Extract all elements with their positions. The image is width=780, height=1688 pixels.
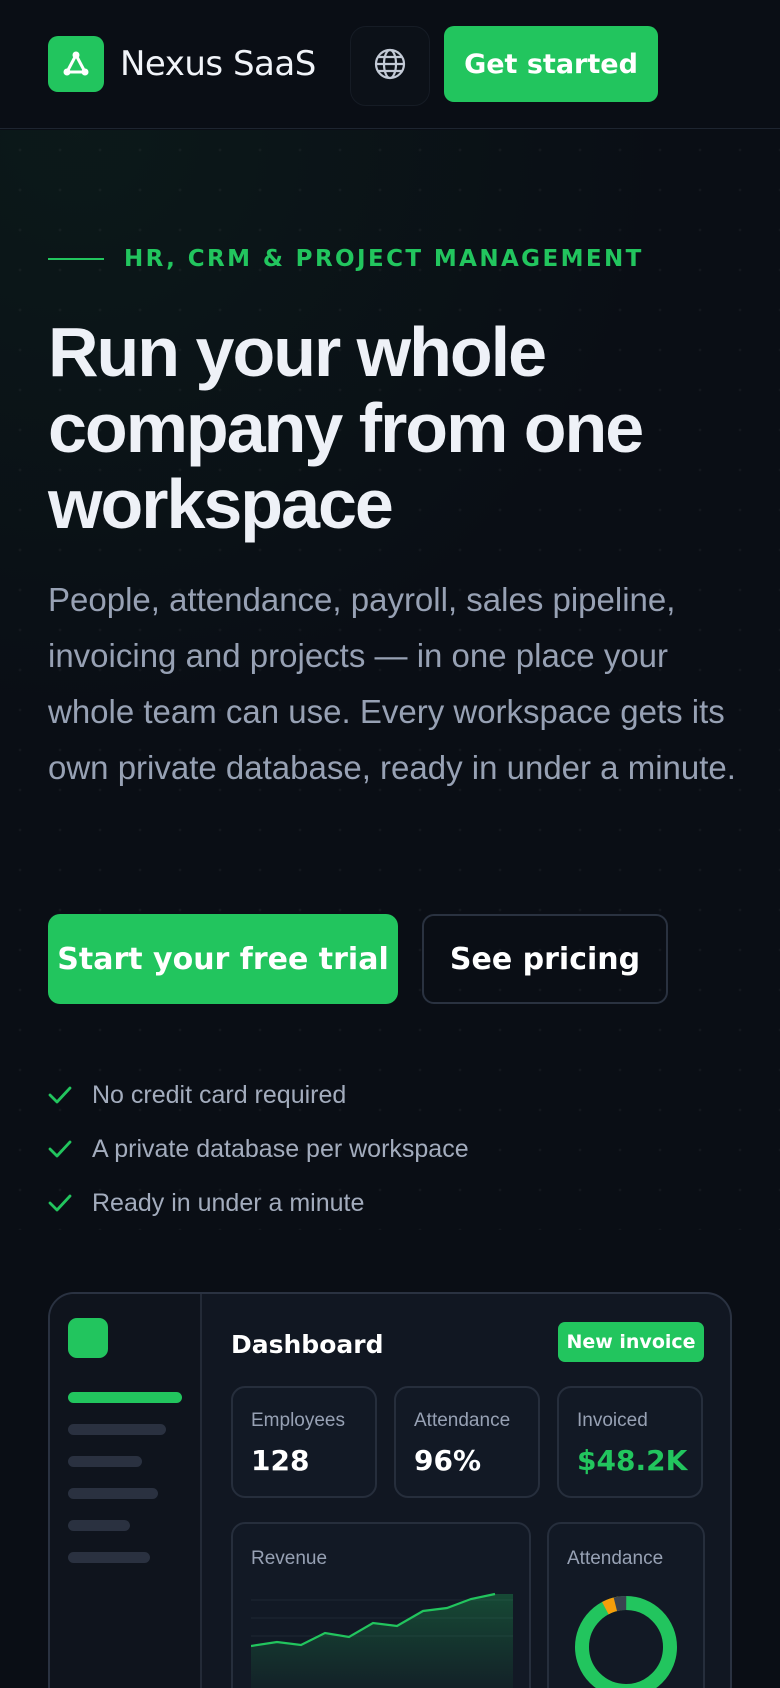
benefit-text: Ready in under a minute	[92, 1188, 365, 1217]
stat-value: 96%	[414, 1444, 482, 1477]
stat-value: $48.2K	[577, 1444, 688, 1477]
attendance-donut	[575, 1596, 677, 1688]
preview-nav-item	[68, 1520, 130, 1531]
preview-title: Dashboard	[231, 1330, 384, 1359]
check-icon	[48, 1085, 92, 1105]
preview-logo	[68, 1318, 108, 1358]
preview-nav-item	[68, 1552, 150, 1563]
stat-value: 128	[251, 1444, 310, 1477]
dashboard-preview: Dashboard New invoice Employees 128 Atte…	[48, 1292, 732, 1688]
headline-line: workspace	[48, 465, 394, 543]
benefit-text: No credit card required	[92, 1080, 347, 1109]
headline-line: company from one	[48, 389, 644, 467]
logo-icon[interactable]	[48, 36, 104, 92]
language-button[interactable]	[350, 26, 430, 106]
benefit-list: No credit card required A private databa…	[48, 1068, 469, 1230]
get-started-button[interactable]: Get started	[444, 26, 658, 102]
stat-label: Invoiced	[577, 1410, 648, 1431]
new-invoice-button: New invoice	[558, 1322, 704, 1362]
site-header: Nexus SaaS Get started	[0, 0, 780, 129]
stat-card: Employees 128	[231, 1386, 377, 1498]
stat-label: Employees	[251, 1410, 345, 1431]
see-pricing-button[interactable]: See pricing	[422, 914, 668, 1004]
revenue-sparkline	[251, 1592, 513, 1688]
headline-line: Run your whole	[48, 313, 547, 391]
hero-headline: Run your whole company from one workspac…	[48, 314, 748, 542]
preview-nav-item-active	[68, 1392, 182, 1403]
benefit-item: No credit card required	[48, 1068, 469, 1122]
stat-card: Attendance 96%	[394, 1386, 540, 1498]
benefit-item: A private database per workspace	[48, 1122, 469, 1176]
benefit-item: Ready in under a minute	[48, 1176, 469, 1230]
preview-nav-item	[68, 1424, 166, 1435]
preview-sidebar	[50, 1294, 202, 1688]
revenue-panel: Revenue	[231, 1522, 531, 1688]
stat-label: Attendance	[414, 1410, 511, 1431]
check-icon	[48, 1193, 92, 1213]
attendance-label: Attendance	[567, 1548, 664, 1569]
stat-card: Invoiced $48.2K	[557, 1386, 703, 1498]
brand-name[interactable]: Nexus SaaS	[120, 42, 316, 86]
hero-eyebrow: HR, CRM & PROJECT MANAGEMENT	[124, 246, 644, 272]
preview-nav-item	[68, 1456, 142, 1467]
revenue-label: Revenue	[251, 1548, 328, 1569]
start-free-trial-button[interactable]: Start your free trial	[48, 914, 398, 1004]
globe-icon	[373, 47, 407, 85]
hero-description: People, attendance, payroll, sales pipel…	[48, 581, 736, 786]
preview-nav-item	[68, 1488, 158, 1499]
attendance-panel: Attendance	[547, 1522, 705, 1688]
benefit-text: A private database per workspace	[92, 1134, 469, 1163]
eyebrow-divider	[48, 258, 104, 260]
check-icon	[48, 1139, 92, 1159]
